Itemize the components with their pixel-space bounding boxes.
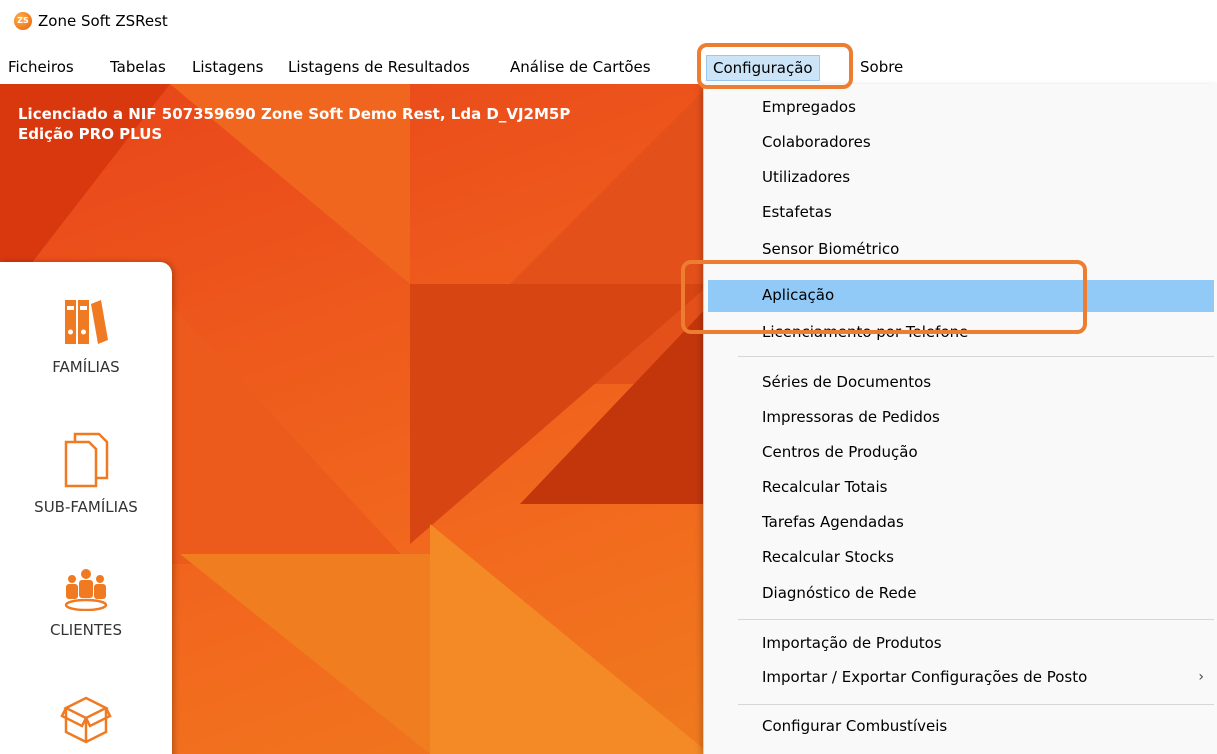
bg-shape	[430, 524, 710, 754]
menu-item-label: Colaboradores	[762, 133, 871, 151]
sidebar: FAMÍLIAS SUB-FAMÍLIAS CLIENTES	[0, 262, 172, 754]
sidebar-item-familias[interactable]: FAMÍLIAS	[0, 296, 172, 376]
configuracao-dropdown-menu: Empregados Colaboradores Utilizadores Es…	[703, 84, 1217, 754]
sidebar-item-clientes[interactable]: CLIENTES	[0, 567, 172, 639]
menu-tabelas[interactable]: Tabelas	[110, 58, 166, 76]
menu-item-impressoras-pedidos[interactable]: Impressoras de Pedidos	[708, 402, 1214, 434]
menu-item-recalcular-stocks[interactable]: Recalcular Stocks	[708, 542, 1214, 574]
license-info: Licenciado a NIF 507359690 Zone Soft Dem…	[18, 104, 570, 144]
menu-separator	[738, 704, 1214, 705]
menu-item-diagnostico-rede[interactable]: Diagnóstico de Rede	[708, 578, 1214, 610]
sidebar-item-artigos[interactable]	[0, 694, 172, 750]
bg-shape	[170, 304, 410, 564]
menu-item-label: Empregados	[762, 98, 856, 116]
menu-item-label: Utilizadores	[762, 168, 851, 186]
menu-analise-cartoes[interactable]: Análise de Cartões	[510, 58, 651, 76]
menu-item-label: Recalcular Totais	[762, 478, 888, 496]
menu-bar: Ficheiros Tabelas Listagens Listagens de…	[0, 52, 1217, 84]
sidebar-item-sub-familias[interactable]: SUB-FAMÍLIAS	[0, 432, 172, 516]
menu-item-configurar-combustiveis[interactable]: Configurar Combustíveis	[708, 711, 1214, 743]
menu-separator	[738, 356, 1214, 357]
main-background: Licenciado a NIF 507359690 Zone Soft Dem…	[0, 84, 710, 754]
menu-listagens[interactable]: Listagens	[192, 58, 263, 76]
menu-item-label: Recalcular Stocks	[762, 548, 894, 566]
menu-item-label: Séries de Documentos	[762, 373, 932, 391]
sidebar-item-label: SUB-FAMÍLIAS	[34, 498, 138, 516]
box-icon	[60, 696, 112, 744]
menu-item-label: Licenciamento por Telefone	[762, 323, 969, 341]
menu-item-empregados[interactable]: Empregados	[708, 92, 1214, 124]
menu-item-tarefas-agendadas[interactable]: Tarefas Agendadas	[708, 507, 1214, 539]
menu-item-label: Configurar Combustíveis	[762, 717, 948, 735]
menu-item-importar-exportar-configuracoes[interactable]: Importar / Exportar Configurações de Pos…	[708, 662, 1214, 694]
menu-configuracao[interactable]: Configuração	[706, 55, 820, 81]
bg-shape	[180, 554, 430, 754]
bg-shape	[520, 304, 710, 504]
sidebar-item-label: FAMÍLIAS	[52, 358, 120, 376]
menu-item-recalcular-totais[interactable]: Recalcular Totais	[708, 472, 1214, 504]
window-title: Zone Soft ZSRest	[38, 12, 168, 30]
documents-icon	[64, 432, 109, 488]
menu-item-label: Tarefas Agendadas	[762, 513, 904, 531]
menu-item-label: Estafetas	[762, 203, 832, 221]
people-icon	[64, 569, 108, 612]
app-icon: ZS	[14, 12, 32, 30]
menu-item-label: Sensor Biométrico	[762, 240, 900, 258]
sidebar-item-label: CLIENTES	[49, 621, 123, 639]
menu-item-label: Importar / Exportar Configurações de Pos…	[762, 668, 1088, 686]
menu-item-importacao-produtos[interactable]: Importação de Produtos	[708, 628, 1214, 660]
menu-item-centros-producao[interactable]: Centros de Produção	[708, 437, 1214, 469]
menu-item-series-documentos[interactable]: Séries de Documentos	[708, 367, 1214, 399]
menu-item-label: Centros de Produção	[762, 443, 918, 461]
menu-item-label: Impressoras de Pedidos	[762, 408, 940, 426]
menu-item-licenciamento-telefone[interactable]: Licenciamento por Telefone	[708, 317, 1214, 349]
menu-separator	[738, 619, 1214, 620]
menu-item-label: Importação de Produtos	[762, 634, 942, 652]
menu-ficheiros[interactable]: Ficheiros	[8, 58, 74, 76]
menu-sobre[interactable]: Sobre	[860, 58, 903, 76]
menu-item-label: Aplicação	[762, 286, 835, 304]
menu-item-label: Diagnóstico de Rede	[762, 584, 917, 602]
edition-line: Edição PRO PLUS	[18, 125, 163, 143]
menu-item-sensor-biometrico[interactable]: Sensor Biométrico	[708, 234, 1214, 266]
license-line: Licenciado a NIF 507359690 Zone Soft Dem…	[18, 105, 571, 123]
menu-item-colaboradores[interactable]: Colaboradores	[708, 127, 1214, 159]
title-bar: ZS Zone Soft ZSRest	[0, 0, 1217, 46]
binders-icon	[65, 300, 108, 344]
chevron-right-icon: ›	[1198, 669, 1204, 685]
menu-item-aplicacao[interactable]: Aplicação	[708, 280, 1214, 312]
menu-item-estafetas[interactable]: Estafetas	[708, 197, 1214, 229]
menu-item-utilizadores[interactable]: Utilizadores	[708, 162, 1214, 194]
menu-listagens-resultados[interactable]: Listagens de Resultados	[288, 58, 470, 76]
